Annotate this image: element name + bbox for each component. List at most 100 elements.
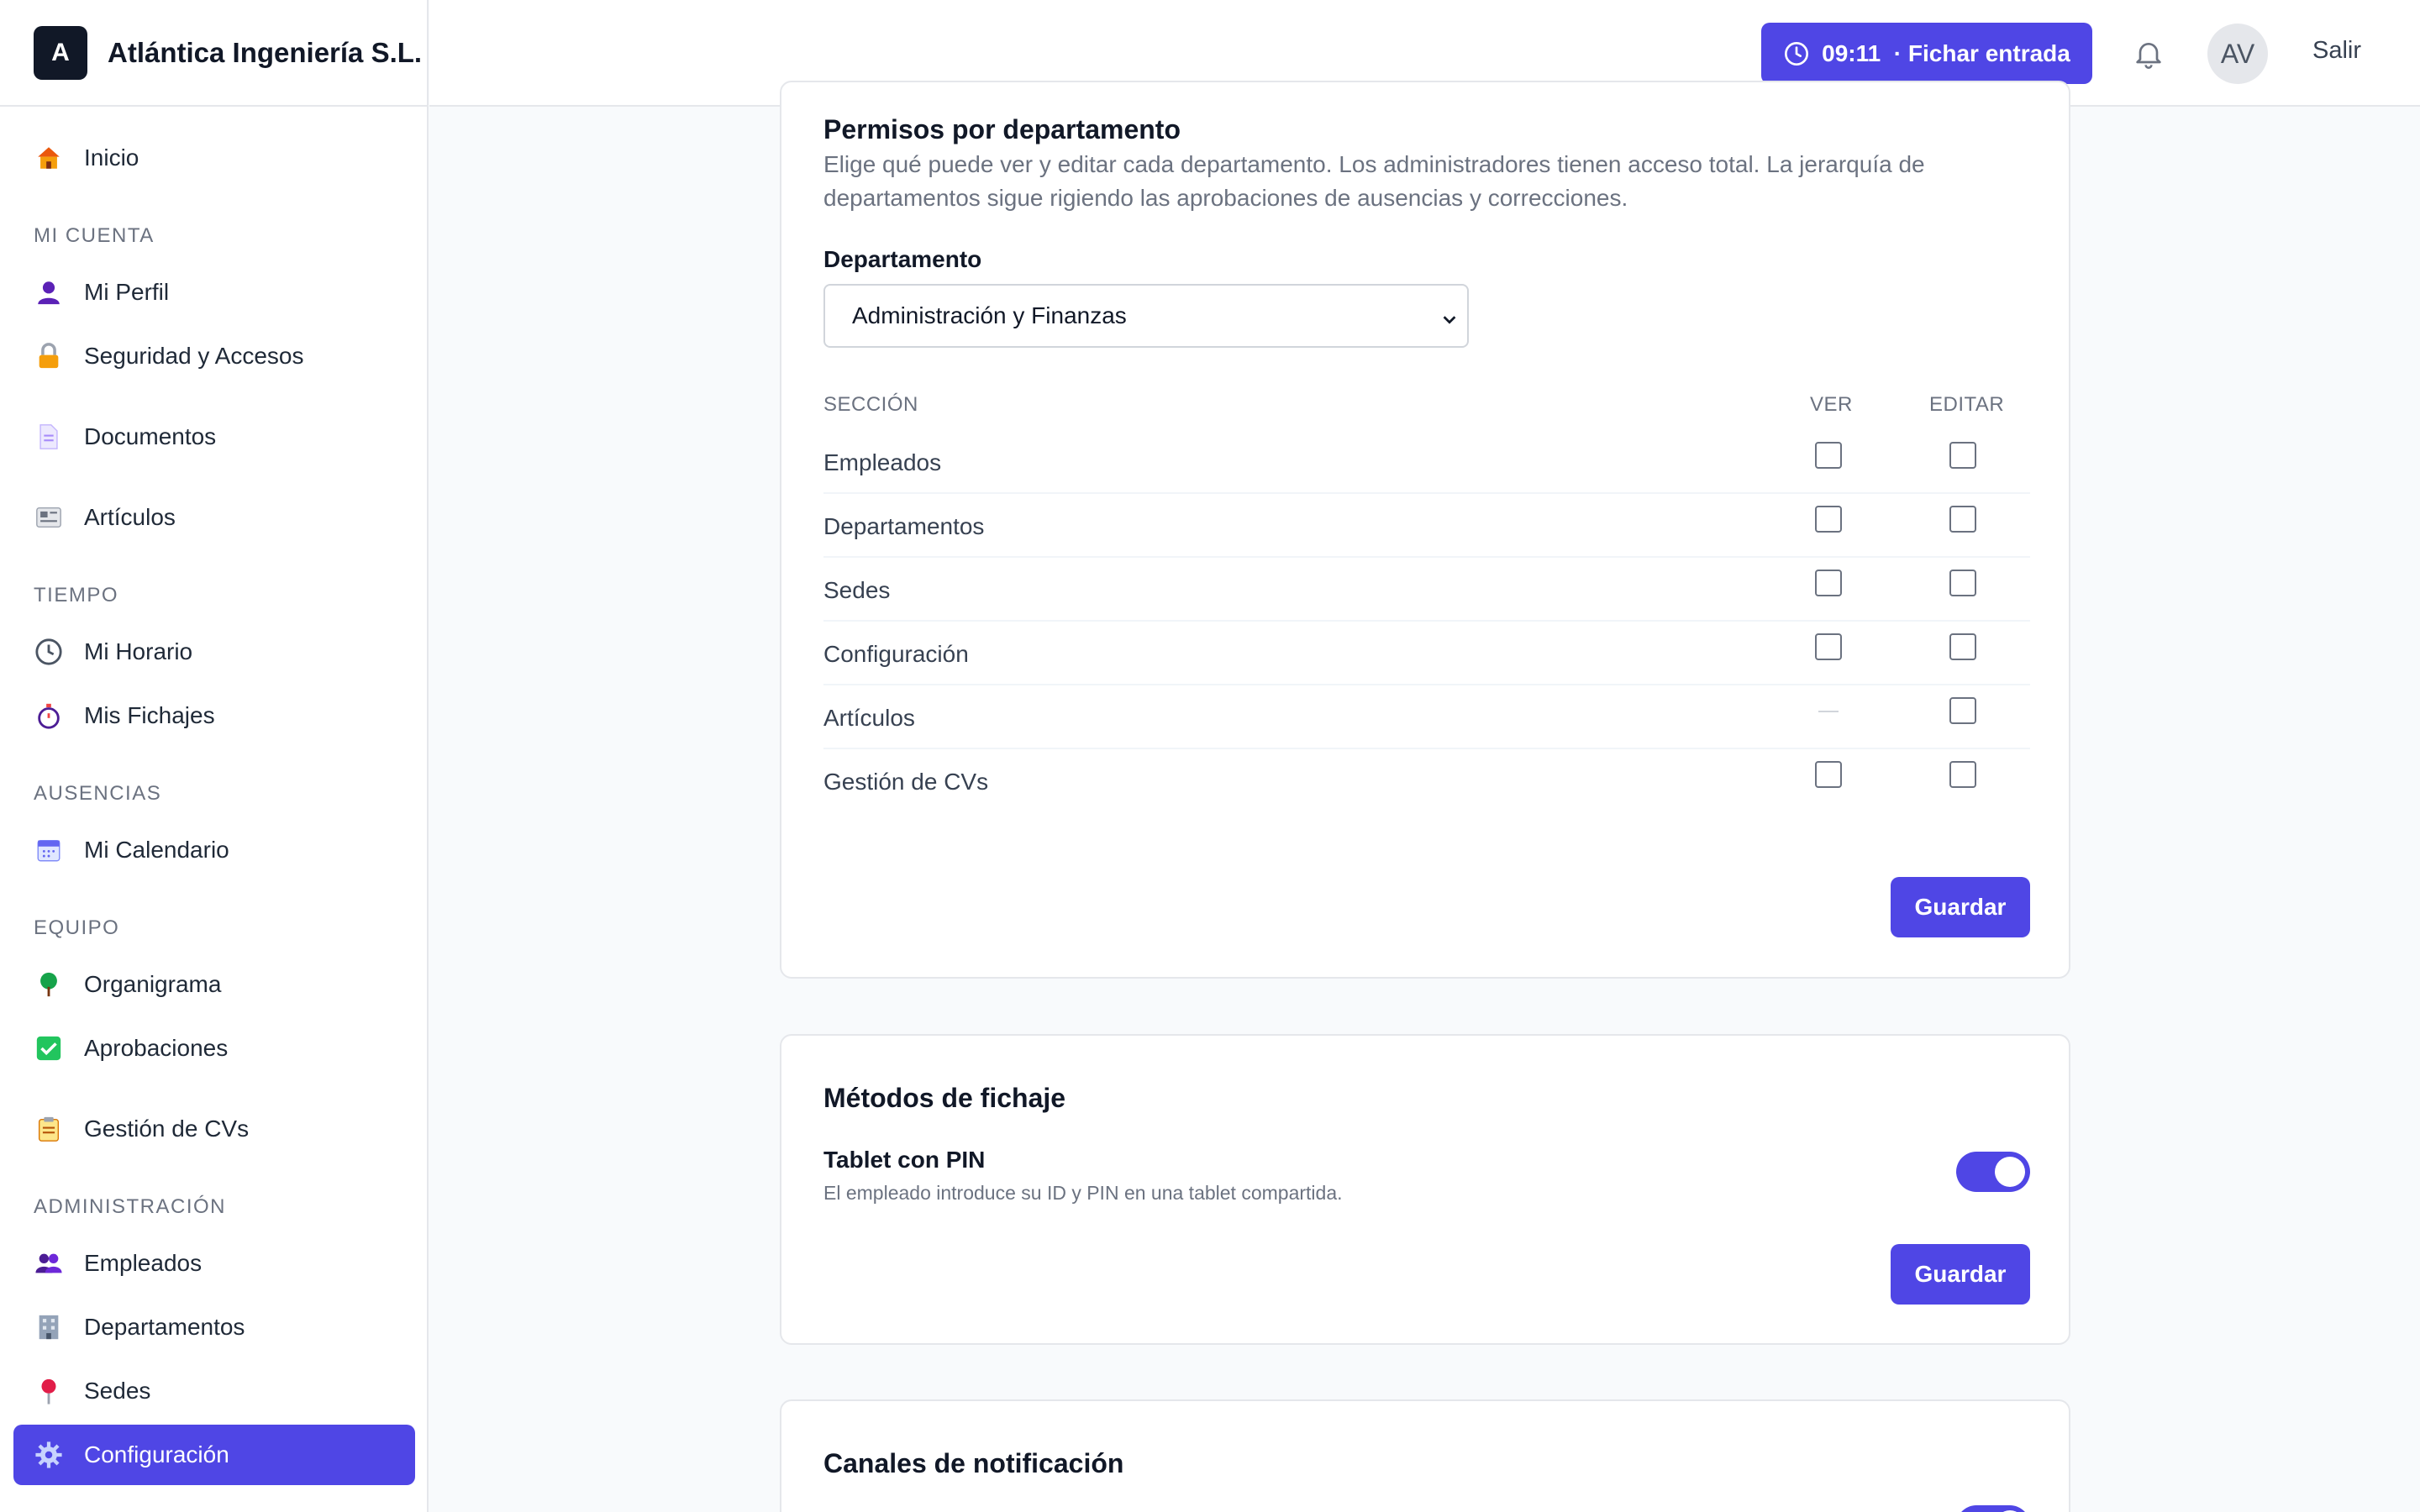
clock-methods-card: Métodos de fichaje Tablet con PIN El emp… — [780, 1034, 2070, 1345]
bell-icon[interactable] — [2128, 34, 2169, 74]
department-label: Departamento — [823, 246, 982, 272]
sidebar-item-gestion-cvs[interactable]: Gestión de CVs — [13, 1099, 415, 1159]
calendar-icon — [34, 835, 64, 865]
tablet-pin-title: Tablet con PIN — [823, 1147, 986, 1173]
section-mi-cuenta: MI CUENTA — [34, 224, 155, 247]
section-ausencias: AUSENCIAS — [34, 782, 162, 805]
permission-row-label: Departamentos — [823, 513, 985, 539]
permission-row-label: Artículos — [823, 705, 915, 731]
avatar[interactable]: AV — [2207, 24, 2268, 84]
section-equipo: EQUIPO — [34, 916, 120, 939]
column-header-section: SECCIÓN — [823, 393, 918, 416]
sidebar-item-documentos[interactable]: Documentos — [13, 407, 415, 467]
sidebar-item-empleados[interactable]: Empleados — [13, 1233, 415, 1294]
permission-row-gestion-cvs: Gestión de CVs — [823, 749, 2030, 813]
clock-in-label: 09:11 · Fichar entrada — [1822, 39, 2070, 66]
permission-row-sedes: Sedes — [823, 558, 2030, 622]
permission-row-departamentos: Departamentos — [823, 494, 2030, 558]
house-icon — [34, 143, 64, 173]
editar-checkbox[interactable] — [1949, 761, 1976, 788]
users-icon — [34, 1248, 64, 1278]
toggle-knob — [1995, 1157, 2025, 1187]
check-box-icon — [34, 1033, 64, 1063]
user-icon — [34, 277, 64, 307]
clock-icon — [34, 637, 64, 667]
sidebar-item-sedes[interactable]: Sedes — [13, 1361, 415, 1421]
sidebar-item-label: Empleados — [84, 1250, 203, 1276]
sidebar-item-organigrama[interactable]: Organigrama — [13, 954, 415, 1015]
permission-row-empleados: Empleados — [823, 430, 2030, 494]
permission-row-articulos: Artículos — [823, 685, 2030, 749]
sidebar-item-seguridad[interactable]: Seguridad y Accesos — [13, 326, 415, 386]
sidebar-item-label: Mis Fichajes — [84, 702, 215, 728]
brand-name: Atlántica Ingeniería S.L. — [108, 36, 423, 68]
sidebar-item-label: Mi Horario — [84, 638, 193, 664]
sidebar-item-configuracion[interactable]: Configuración — [13, 1425, 415, 1485]
stopwatch-icon — [34, 701, 64, 731]
department-select[interactable]: Administración y Finanzas — [823, 284, 1469, 348]
permission-row-label: Sedes — [823, 577, 891, 603]
sidebar-item-label: Mi Perfil — [84, 279, 170, 305]
department-select-value: Administración y Finanzas — [852, 302, 1127, 328]
notification-channel-toggle[interactable] — [1956, 1505, 2030, 1512]
permissions-title: Permisos por departamento — [823, 114, 1181, 144]
permission-row-label: Configuración — [823, 641, 969, 667]
sidebar: A Atlántica Ingeniería S.L. Inicio MI CU… — [0, 0, 429, 1512]
editar-checkbox[interactable] — [1949, 506, 1976, 533]
section-administracion: ADMINISTRACIÓN — [34, 1195, 227, 1218]
chevron-down-icon — [1440, 307, 1459, 334]
brand-logo: A — [34, 25, 87, 80]
sidebar-item-label: Organigrama — [84, 971, 222, 997]
gear-icon — [34, 1440, 64, 1470]
ver-checkbox[interactable] — [1815, 633, 1842, 660]
brand: A Atlántica Ingeniería S.L. — [0, 0, 427, 107]
ver-checkbox[interactable] — [1815, 761, 1842, 788]
sidebar-item-inicio[interactable]: Inicio — [13, 128, 415, 188]
sidebar-item-departamentos[interactable]: Departamentos — [13, 1297, 415, 1357]
pin-icon — [34, 1376, 64, 1406]
sidebar-item-label: Mi Calendario — [84, 837, 229, 863]
building-icon — [34, 1312, 64, 1342]
tablet-pin-toggle[interactable] — [1956, 1152, 2030, 1192]
document-icon — [34, 422, 64, 452]
clock-icon — [1783, 40, 1810, 67]
sidebar-item-label: Seguridad y Accesos — [84, 343, 304, 369]
ver-checkbox[interactable] — [1815, 570, 1842, 596]
lock-icon — [34, 341, 64, 371]
sidebar-item-mi-calendario[interactable]: Mi Calendario — [13, 820, 415, 880]
sidebar-item-label: Inicio — [84, 144, 139, 171]
clipboard-icon — [34, 1114, 64, 1144]
sidebar-item-label: Aprobaciones — [84, 1035, 229, 1061]
clock-in-button[interactable]: 09:11 · Fichar entrada — [1761, 23, 2092, 84]
notification-channels-title: Canales de notificación — [823, 1448, 1124, 1478]
permission-row-configuracion: Configuración — [823, 622, 2030, 685]
permission-row-label: Empleados — [823, 449, 942, 475]
tablet-pin-description: El empleado introduce su ID y PIN en una… — [823, 1182, 1343, 1204]
permissions-card: Permisos por departamento Elige qué pued… — [780, 81, 2070, 979]
permission-row-label: Gestión de CVs — [823, 769, 989, 795]
column-header-editar: EDITAR — [1929, 393, 2005, 416]
editar-checkbox[interactable] — [1949, 442, 1976, 469]
logout-link[interactable]: Salir — [2312, 37, 2361, 65]
sidebar-item-aprobaciones[interactable]: Aprobaciones — [13, 1018, 415, 1079]
sidebar-item-label: Configuración — [84, 1441, 229, 1467]
sidebar-item-articulos[interactable]: Artículos — [13, 487, 415, 548]
permissions-description: Elige qué puede ver y editar cada depart… — [823, 151, 1925, 211]
sidebar-item-mi-horario[interactable]: Mi Horario — [13, 622, 415, 682]
ver-checkbox[interactable] — [1815, 506, 1842, 533]
ver-checkbox[interactable] — [1815, 442, 1842, 469]
newspaper-icon — [34, 502, 64, 533]
not-applicable-dash — [1818, 711, 1839, 712]
editar-checkbox[interactable] — [1949, 633, 1976, 660]
notification-channels-card: Canales de notificación — [780, 1399, 2070, 1512]
sidebar-item-mis-fichajes[interactable]: Mis Fichajes — [13, 685, 415, 746]
save-permissions-button[interactable]: Guardar — [1891, 877, 2030, 937]
sidebar-item-mi-perfil[interactable]: Mi Perfil — [13, 262, 415, 323]
column-header-ver: VER — [1810, 393, 1853, 416]
save-clock-methods-button[interactable]: Guardar — [1891, 1244, 2030, 1305]
sidebar-item-label: Artículos — [84, 504, 176, 530]
editar-checkbox[interactable] — [1949, 697, 1976, 724]
sidebar-item-label: Gestión de CVs — [84, 1116, 250, 1142]
editar-checkbox[interactable] — [1949, 570, 1976, 596]
sidebar-item-label: Departamentos — [84, 1314, 245, 1340]
